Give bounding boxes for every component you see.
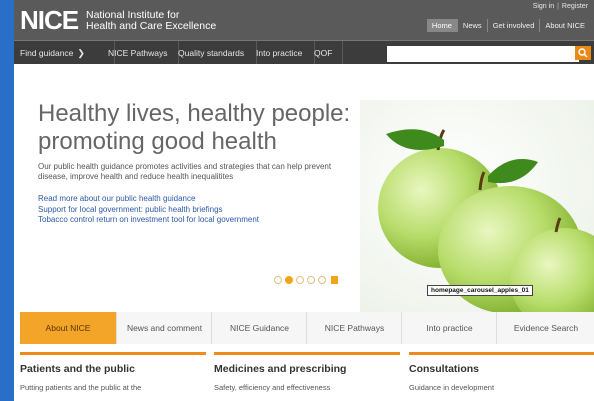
- hero-carousel: Healthy lives, healthy people: promoting…: [14, 64, 594, 312]
- column-divider: [214, 352, 400, 355]
- find-guidance-menu[interactable]: Find guidance ❯: [14, 41, 115, 65]
- carousel-dot[interactable]: [296, 276, 304, 284]
- carousel-dot-active[interactable]: [285, 276, 293, 284]
- page-frame: NICE National Institute for Health and C…: [14, 0, 594, 401]
- hero-title: Healthy lives, healthy people: promoting…: [38, 100, 351, 155]
- nav-nice-pathways[interactable]: NICE Pathways: [102, 41, 179, 65]
- column-subtitle: Putting patients and the public at the: [20, 383, 142, 392]
- logo-subtitle: National Institute for Health and Care E…: [86, 10, 216, 32]
- register-link[interactable]: Register: [562, 3, 588, 10]
- chevron-down-icon: ❯: [77, 48, 85, 58]
- top-nav-home[interactable]: Home: [426, 19, 457, 32]
- search-button[interactable]: [575, 46, 591, 60]
- search-input[interactable]: [387, 46, 579, 62]
- nav-into-practice[interactable]: Into practice: [250, 41, 315, 65]
- nice-logo[interactable]: NICE: [20, 6, 79, 34]
- sign-in-link[interactable]: Sign in: [533, 3, 554, 10]
- column-subtitle: Guidance in development: [409, 383, 495, 392]
- tab-into-practice[interactable]: Into practice: [401, 312, 497, 344]
- pause-icon[interactable]: [331, 276, 338, 284]
- carousel-dot[interactable]: [274, 276, 282, 284]
- image-tooltip: homepage_carousel_apples_01: [427, 285, 533, 296]
- column-title[interactable]: Patients and the public: [20, 363, 206, 375]
- hero-link-public-health[interactable]: Read more about our public health guidan…: [38, 194, 259, 205]
- hero-link-tobacco-control[interactable]: Tobacco control return on investment too…: [38, 215, 259, 226]
- column-divider: [20, 352, 206, 355]
- column-medicines: Medicines and prescribing Safety, effici…: [214, 352, 400, 392]
- tab-about-nice[interactable]: About NICE: [20, 312, 116, 344]
- nav-qof[interactable]: QOF: [308, 41, 343, 65]
- site-header: NICE National Institute for Health and C…: [14, 0, 594, 40]
- column-consultations: Consultations Guidance in development: [409, 352, 594, 392]
- column-subtitle: Safety, efficiency and effectiveness: [214, 383, 331, 392]
- hero-body: Our public health guidance promotes acti…: [38, 162, 332, 181]
- carousel-dot[interactable]: [307, 276, 315, 284]
- main-nav: Find guidance ❯ NICE Pathways Quality sta…: [14, 40, 594, 65]
- search-icon: [578, 48, 588, 58]
- carousel-pager: [274, 276, 338, 284]
- tab-nice-guidance[interactable]: NICE Guidance: [211, 312, 307, 344]
- top-nav-news[interactable]: News: [456, 19, 487, 32]
- top-nav: Home News Get involved About NICE: [426, 19, 590, 32]
- column-title[interactable]: Consultations: [409, 363, 594, 375]
- column-title[interactable]: Medicines and prescribing: [214, 363, 400, 375]
- tab-news-and-comment[interactable]: News and comment: [116, 312, 212, 344]
- hero-link-local-government[interactable]: Support for local government: public hea…: [38, 205, 259, 216]
- top-nav-get-involved[interactable]: Get involved: [486, 19, 540, 32]
- nav-quality-standards[interactable]: Quality standards: [172, 41, 257, 65]
- account-links: Sign in | Register: [532, 3, 588, 10]
- apples-image: [360, 100, 594, 312]
- top-nav-about[interactable]: About NICE: [539, 19, 590, 32]
- column-divider: [409, 352, 594, 355]
- column-patients: Patients and the public Putting patients…: [20, 352, 206, 392]
- tab-evidence-search[interactable]: Evidence Search: [496, 312, 594, 344]
- logo-line-2: Health and Care Excellence: [86, 20, 217, 32]
- section-tabs: About NICE News and comment NICE Guidanc…: [20, 312, 594, 344]
- find-guidance-label: Find guidance: [20, 48, 74, 58]
- hero-links: Read more about our public health guidan…: [38, 194, 259, 226]
- tab-nice-pathways[interactable]: NICE Pathways: [306, 312, 402, 344]
- carousel-dot[interactable]: [318, 276, 326, 284]
